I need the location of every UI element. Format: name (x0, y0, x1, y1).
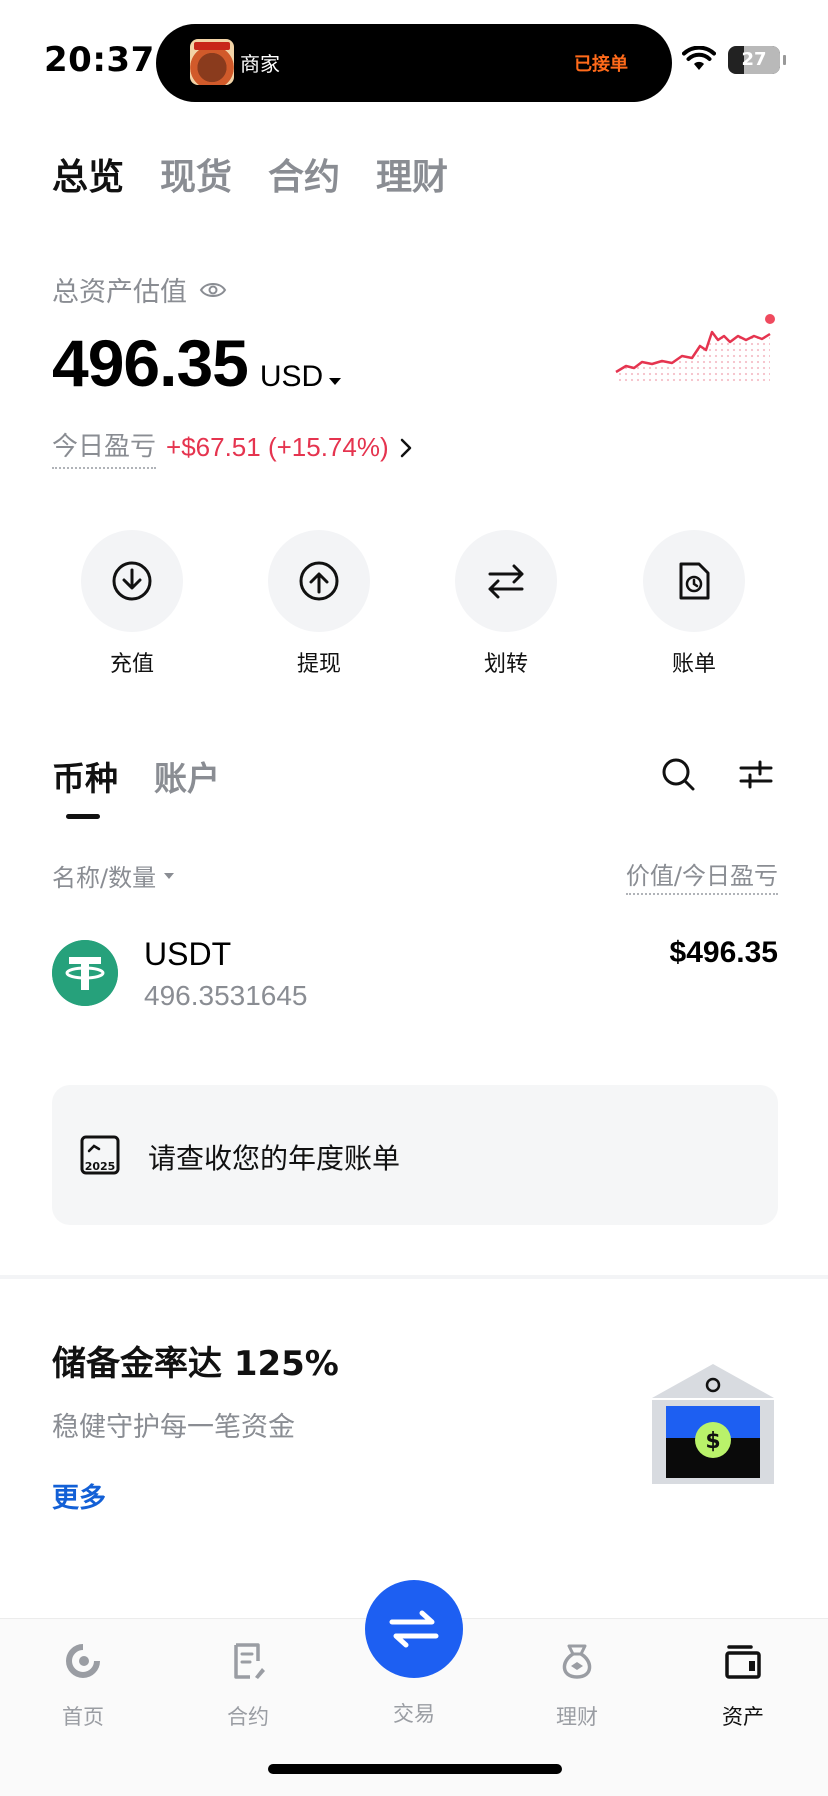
pnl-value: +$67.51 (+15.74%) (166, 432, 389, 462)
battery-indicator: 27 (728, 46, 786, 74)
bill-button[interactable]: 账单 (634, 530, 754, 678)
total-asset-label: 总资产估值 (52, 277, 187, 308)
withdraw-button[interactable]: 提现 (259, 530, 379, 678)
tab-accounts[interactable]: 账户 (154, 752, 220, 800)
deposit-button[interactable]: 充值 (72, 530, 192, 678)
nav-finance[interactable]: 理财 (522, 1639, 632, 1731)
nav-contract[interactable]: 合约 (193, 1639, 303, 1731)
usdt-logo-icon (52, 940, 118, 1006)
wifi-icon (682, 46, 716, 70)
annual-bill-text: 请查收您的年度账单 (148, 1142, 401, 1175)
home-indicator[interactable] (268, 1764, 562, 1774)
tab-spot[interactable]: 现货 (160, 148, 232, 200)
tab-futures[interactable]: 合约 (268, 148, 340, 200)
pnl-row[interactable]: 今日盈亏 +$67.51 (+15.74%) (52, 426, 413, 469)
nav-assets[interactable]: 资产 (688, 1639, 798, 1731)
chevron-down-icon (329, 378, 342, 385)
tab-coins[interactable]: 币种 (52, 752, 118, 819)
tab-overview[interactable]: 总览 (52, 148, 124, 200)
nav-assets-label: 资产 (722, 1705, 764, 1729)
trade-button[interactable] (365, 1580, 463, 1678)
download-icon (112, 561, 152, 601)
coin-value: $496.35 (669, 936, 778, 969)
section-divider (0, 1275, 828, 1279)
reserve-title: 储备金率达 125% (52, 1344, 339, 1384)
total-balance: 496.35 (52, 326, 249, 400)
reserve-more-link[interactable]: 更多 (52, 1476, 106, 1515)
battery-level: 27 (741, 49, 767, 70)
filter-icon[interactable] (738, 756, 774, 792)
eye-icon[interactable] (199, 281, 227, 299)
bill-icon (679, 562, 710, 600)
caret-down-icon (164, 872, 175, 879)
annual-report-year: 2025 (85, 1160, 116, 1173)
island-title: 商家 (240, 52, 280, 76)
coin-symbol: USDT (144, 936, 232, 972)
reserve-subtitle: 稳健守护每一笔资金 (52, 1412, 295, 1443)
quick-actions: 充值 提现 划转 账单 (0, 530, 828, 680)
upload-icon (299, 561, 339, 601)
currency-label: USD (259, 360, 324, 393)
withdraw-label: 提现 (296, 652, 341, 677)
bank-reserve-icon: $ (652, 1364, 774, 1484)
currency-selector[interactable]: USD (259, 360, 342, 394)
dynamic-island[interactable]: 商家 已接单 (156, 24, 672, 102)
contract-icon (234, 1643, 265, 1679)
bill-label: 账单 (671, 652, 716, 677)
pnl-label: 今日盈亏 (52, 426, 157, 469)
asset-row-usdt[interactable]: USDT 496.3531645 $496.35 (52, 936, 778, 1040)
wallet-icon (725, 1645, 761, 1679)
nav-finance-label: 理财 (556, 1705, 598, 1729)
finance-icon (562, 1644, 592, 1679)
status-time: 20:37 (44, 40, 155, 80)
search-icon[interactable] (660, 756, 696, 792)
transfer-icon (488, 564, 524, 599)
merchant-thumbnail (190, 39, 234, 85)
deposit-label: 充值 (109, 652, 154, 677)
svg-text:$: $ (705, 1429, 720, 1454)
asset-list-header: 名称/数量 价值/今日盈亏 (52, 856, 778, 895)
annual-bill-card[interactable]: 2025 请查收您的年度账单 (52, 1085, 778, 1225)
balance-row: 496.35 USD (52, 325, 342, 401)
name-quantity-header: 名称/数量 (52, 864, 157, 892)
trade-icon (389, 1610, 439, 1648)
nav-home-label: 首页 (62, 1705, 104, 1729)
annual-report-icon: 2025 (80, 1135, 120, 1175)
asset-sub-tabs: 币种 账户 (52, 752, 220, 819)
status-bar: 20:37 商家 已接单 27 (0, 0, 828, 110)
nav-trade-label[interactable]: 交易 (355, 1698, 473, 1728)
list-tools (660, 756, 774, 792)
total-asset-label-row: 总资产估值 (52, 270, 227, 309)
value-pnl-header[interactable]: 价值/今日盈亏 (625, 856, 778, 895)
coin-amount: 496.3531645 (144, 980, 308, 1011)
sort-by-name[interactable]: 名称/数量 (52, 858, 175, 893)
transfer-button[interactable]: 划转 (446, 530, 566, 678)
transfer-label: 划转 (483, 652, 528, 677)
top-tabs: 总览 现货 合约 理财 (52, 148, 448, 200)
home-icon (66, 1644, 100, 1678)
nav-home[interactable]: 首页 (28, 1639, 138, 1731)
nav-contract-label: 合约 (227, 1705, 269, 1729)
island-status: 已接单 (574, 54, 628, 75)
tab-earn[interactable]: 理财 (376, 148, 448, 200)
chevron-right-icon (400, 438, 411, 457)
balance-sparkline[interactable] (612, 306, 776, 384)
